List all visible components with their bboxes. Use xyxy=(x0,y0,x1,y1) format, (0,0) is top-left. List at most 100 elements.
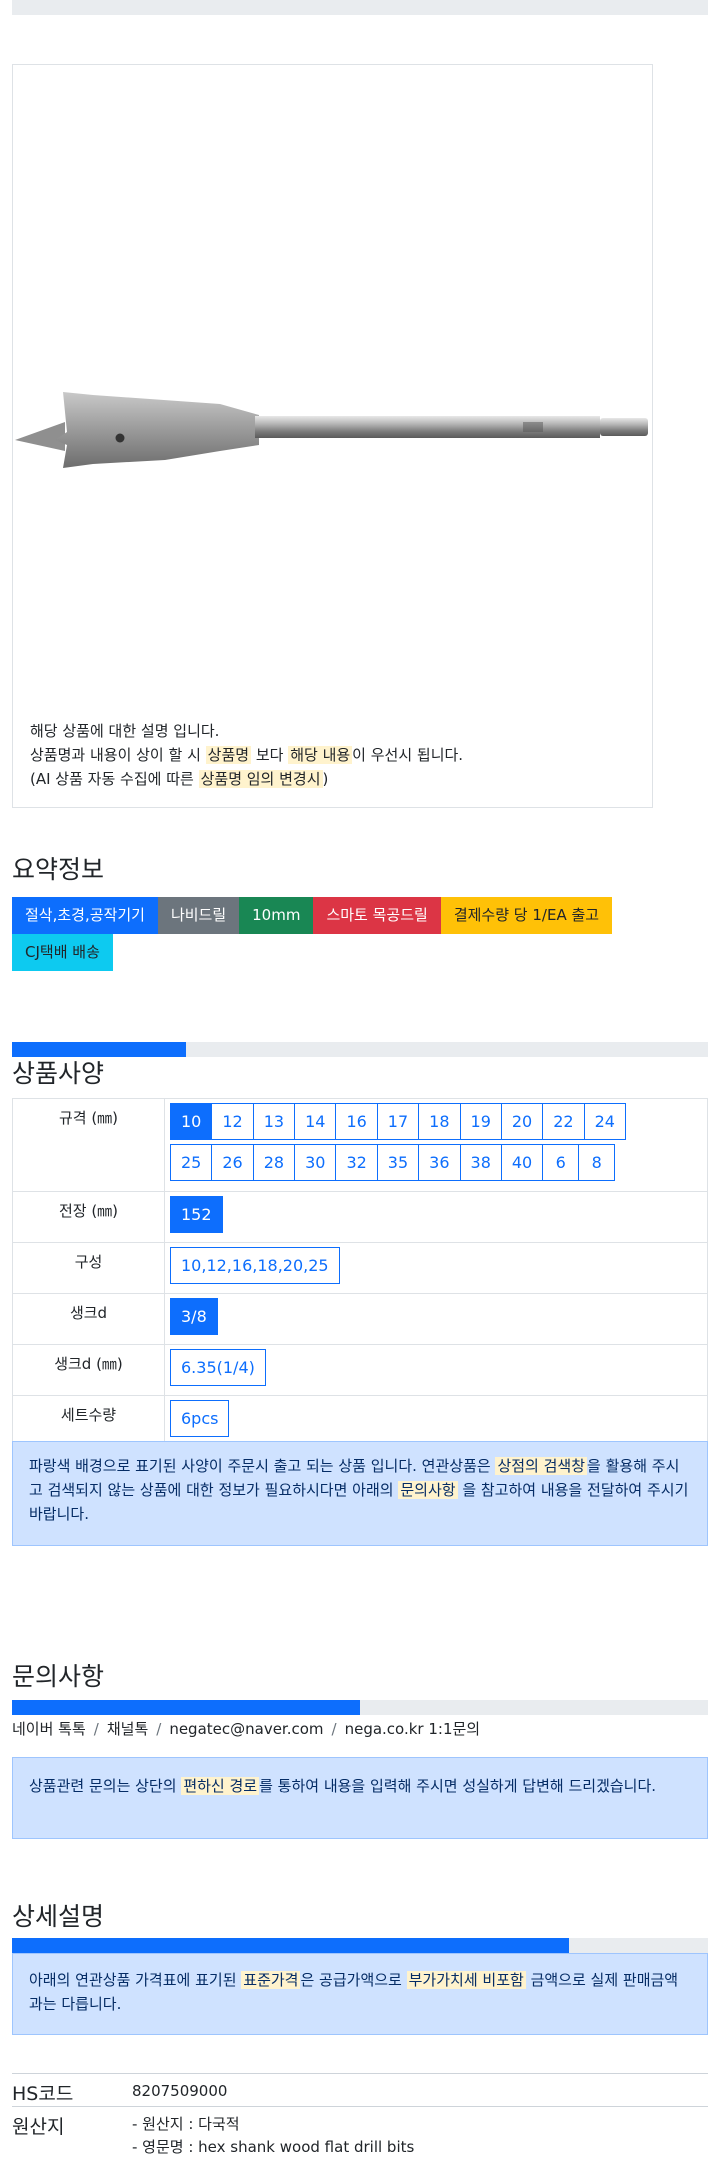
separator: / xyxy=(331,1720,337,1738)
spec-option[interactable]: 25 xyxy=(170,1144,213,1181)
spec-notice: 파랑색 배경으로 표기된 사양이 주문시 출고 되는 상품 입니다. 연관상품은… xyxy=(12,1441,708,1546)
spec-option[interactable]: 10 xyxy=(170,1103,213,1140)
spec-label: 구성 xyxy=(12,1242,165,1294)
spec-option[interactable]: 28 xyxy=(252,1144,296,1181)
badge-shipping: CJ택배 배송 xyxy=(12,934,113,971)
highlight-name-change: 상품명 임의 변경시 xyxy=(198,770,323,788)
text: 은 공급가액으로 xyxy=(300,1971,407,1989)
inquiry-title: 문의사항 xyxy=(12,1662,105,1691)
spec-option[interactable]: 3/8 xyxy=(170,1298,218,1335)
highlight-product-name: 상품명 xyxy=(205,746,252,764)
spec-option[interactable]: 8 xyxy=(578,1144,616,1181)
badge-size: 10mm xyxy=(239,897,314,934)
summary-badges: 절삭,초경,공작기기 나비드릴 10mm 스마토 목공드릴 결제수량 당 1/E… xyxy=(12,897,672,971)
disclaimer-line-2: 상품명과 내용이 상이 할 시 상품명 보다 해당 내용 이 우선시 됩니다. xyxy=(30,743,463,767)
highlight-vat-excluded: 부가가치세 비포함 xyxy=(406,1971,526,1989)
spec-label: 생크d (㎜) xyxy=(12,1344,165,1396)
info-value-origin: - 원산지 : 다국적 - 영문명 : hex shank wood flat … xyxy=(132,2107,414,2166)
spec-options: 6.35(1/4) xyxy=(164,1344,708,1396)
spec-row-length: 전장 (㎜) 152 xyxy=(12,1191,708,1243)
spec-option[interactable]: 6 xyxy=(542,1144,580,1181)
spec-label: 규격 (㎜) xyxy=(12,1098,165,1192)
spec-option[interactable]: 30 xyxy=(294,1144,337,1181)
text: 보다 xyxy=(251,746,289,764)
channel-email[interactable]: negatec@naver.com xyxy=(169,1720,323,1738)
highlight-inquiry: 문의사항 xyxy=(398,1481,458,1499)
spec-option[interactable]: 10,12,16,18,20,25 xyxy=(170,1247,340,1284)
text: ) xyxy=(322,770,329,788)
image-disclaimer: 해당 상품에 대한 설명 입니다. 상품명과 내용이 상이 할 시 상품명 보다… xyxy=(30,719,463,791)
spec-option[interactable]: 16 xyxy=(335,1103,378,1140)
inquiry-notice: 상품관련 문의는 상단의 편하신 경로 를 통하여 내용을 입력해 주시면 성실하… xyxy=(12,1757,708,1839)
spec-option[interactable]: 6pcs xyxy=(170,1400,230,1437)
spec-options: 10,12,16,18,20,25 xyxy=(164,1242,708,1294)
spec-option[interactable]: 24 xyxy=(583,1103,626,1140)
detail-title: 상세설명 xyxy=(12,1902,105,1931)
spec-options: 10 12 13 14 16 17 18 19 20 22 24 25 26 28 30 32 35 36 38 40… xyxy=(164,1098,708,1192)
badge-type: 나비드릴 xyxy=(157,897,240,934)
spec-row-shank: 생크d 3/8 xyxy=(12,1293,708,1345)
detail-notice: 아래의 연관상품 가격표에 표기된 표준가격 은 공급가액으로 부가가치세 비포함… xyxy=(12,1953,708,2035)
spec-option[interactable]: 152 xyxy=(170,1196,223,1233)
text: 이 우선시 됩니다. xyxy=(352,746,464,764)
spec-option[interactable]: 13 xyxy=(252,1103,296,1140)
spec-option[interactable]: 14 xyxy=(294,1103,337,1140)
product-info-table: HS코드 8207509000 원산지 - 원산지 : 다국적 - 영문명 : … xyxy=(12,2073,708,2166)
highlight-route: 편하신 경로 xyxy=(181,1777,260,1795)
badge-brand: 스마토 목공드릴 xyxy=(313,897,441,934)
top-progress-bar xyxy=(12,0,708,15)
spec-label: 세트수량 xyxy=(12,1395,165,1447)
spec-label: 전장 (㎜) xyxy=(12,1191,165,1243)
info-row-hs: HS코드 8207509000 xyxy=(12,2073,708,2106)
spec-title: 상품사양 xyxy=(12,1059,105,1088)
channel-talk[interactable]: 채널톡 xyxy=(107,1720,148,1738)
highlight-search-box: 상점의 검색창 xyxy=(495,1457,588,1475)
channel-site-inquiry[interactable]: nega.co.kr 1:1문의 xyxy=(345,1720,481,1738)
text: 상품관련 문의는 상단의 xyxy=(29,1777,182,1795)
spec-option[interactable]: 32 xyxy=(335,1144,378,1181)
summary-title: 요약정보 xyxy=(12,855,105,884)
spec-option[interactable]: 17 xyxy=(376,1103,420,1140)
spec-row-size: 규격 (㎜) 10 12 13 14 16 17 18 19 20 22 24 25 26 28 30 32 3… xyxy=(12,1098,708,1192)
inquiry-channels: 네이버 톡톡 / 채널톡 / negatec@naver.com / nega.co.kr … xyxy=(12,1718,480,1739)
badge-quantity: 결제수량 당 1/EA 출고 xyxy=(440,897,613,934)
inquiry-progress-fill xyxy=(12,1700,360,1715)
spec-option[interactable]: 19 xyxy=(459,1103,502,1140)
text: 상품명과 내용이 상이 할 시 xyxy=(30,746,206,764)
spec-table: 규격 (㎜) 10 12 13 14 16 17 18 19 20 22 24 25 26 28 30 32 3… xyxy=(12,1098,708,1447)
origin-line-1: - 원산지 : 다국적 xyxy=(132,2115,240,2133)
detail-progress-fill xyxy=(12,1938,569,1953)
spec-option[interactable]: 12 xyxy=(211,1103,254,1140)
badge-category: 절삭,초경,공작기기 xyxy=(12,897,158,934)
info-row-origin: 원산지 - 원산지 : 다국적 - 영문명 : hex shank wood f… xyxy=(12,2106,708,2166)
spec-row-composition: 구성 10,12,16,18,20,25 xyxy=(12,1242,708,1294)
product-image xyxy=(15,392,648,468)
text: (AI 상품 자동 수집에 따른 xyxy=(30,770,199,788)
separator: / xyxy=(93,1720,99,1738)
product-image-card: 해당 상품에 대한 설명 입니다. 상품명과 내용이 상이 할 시 상품명 보다… xyxy=(12,64,653,808)
inquiry-progress xyxy=(12,1700,708,1715)
spec-option[interactable]: 20 xyxy=(500,1103,544,1140)
spec-option[interactable]: 38 xyxy=(459,1144,502,1181)
spec-option[interactable]: 40 xyxy=(500,1144,544,1181)
text: 아래의 연관상품 가격표에 표기된 xyxy=(29,1971,242,1989)
spec-row-set-qty: 세트수량 6pcs xyxy=(12,1395,708,1447)
spec-option[interactable]: 22 xyxy=(542,1103,585,1140)
spec-options: 6pcs xyxy=(164,1395,708,1447)
spec-progress xyxy=(12,1042,708,1057)
spec-options: 152 xyxy=(164,1191,708,1243)
highlight-standard-price: 표준가격 xyxy=(241,1971,301,1989)
channel-naver-talk[interactable]: 네이버 톡톡 xyxy=(12,1720,86,1738)
spec-option[interactable]: 6.35(1/4) xyxy=(170,1349,266,1386)
info-label-hs: HS코드 xyxy=(12,2083,74,2105)
spec-row-shank-mm: 생크d (㎜) 6.35(1/4) xyxy=(12,1344,708,1396)
spec-option[interactable]: 35 xyxy=(376,1144,420,1181)
disclaimer-line-1: 해당 상품에 대한 설명 입니다. xyxy=(30,722,220,740)
spec-label: 생크d xyxy=(12,1293,165,1345)
spec-option[interactable]: 36 xyxy=(418,1144,461,1181)
spec-option[interactable]: 18 xyxy=(418,1103,461,1140)
text: 를 통하여 내용을 입력해 주시면 성실하게 답변해 드리겠습니다. xyxy=(259,1777,657,1795)
disclaimer-line-3: (AI 상품 자동 수집에 따른 상품명 임의 변경시) xyxy=(30,767,463,791)
detail-progress xyxy=(12,1938,708,1953)
spec-option[interactable]: 26 xyxy=(211,1144,254,1181)
